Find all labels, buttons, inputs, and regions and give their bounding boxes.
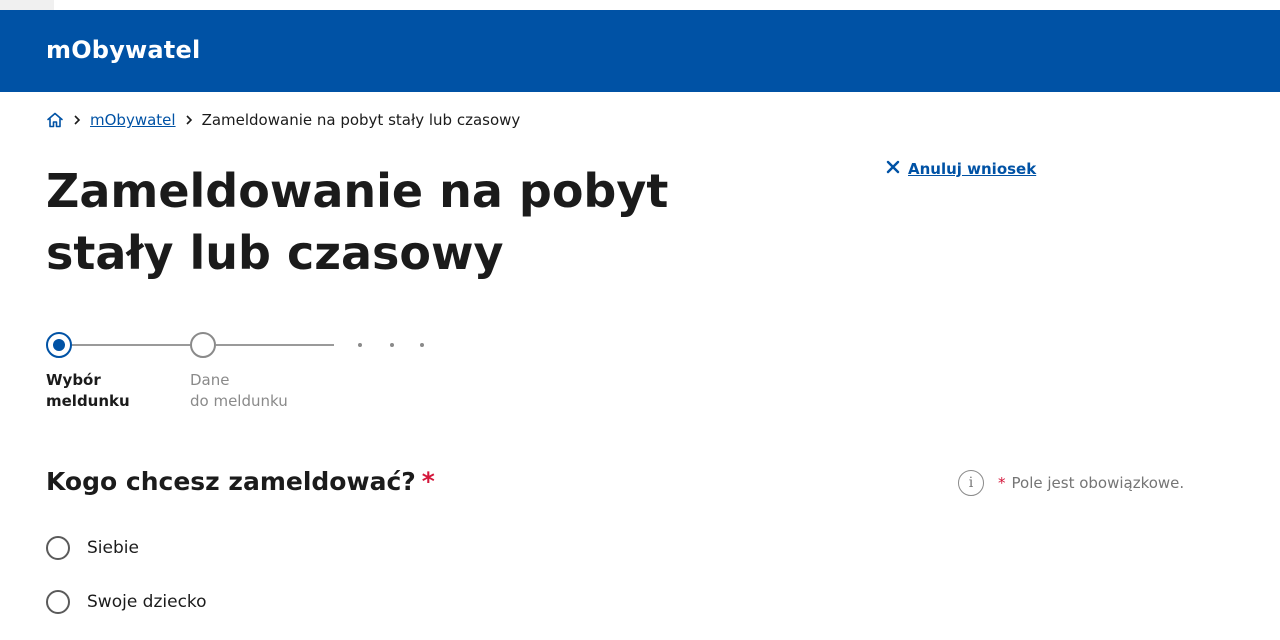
stepper-line	[72, 344, 190, 346]
step-2-label: Dane do meldunku	[190, 370, 288, 412]
stepper-line	[216, 344, 334, 346]
site-logo-title[interactable]: mObywatel	[46, 36, 200, 64]
radio-option-swoje-dziecko[interactable]: Swoje dziecko	[46, 590, 207, 614]
more-steps-dot	[420, 343, 424, 347]
step-1-label-line2: meldunku	[46, 392, 130, 410]
required-field-note: i * Pole jest obowiązkowe.	[958, 470, 1184, 496]
radio-button[interactable]	[46, 536, 70, 560]
close-icon	[886, 160, 900, 178]
step-1-label: Wybór meldunku	[46, 370, 130, 412]
cancel-application-link[interactable]: Anuluj wniosek	[886, 160, 1036, 178]
step-2-indicator	[190, 332, 216, 358]
required-asterisk: *	[998, 474, 1006, 492]
more-steps-dot	[358, 343, 362, 347]
required-asterisk: *	[421, 467, 435, 496]
site-header: mObywatel	[0, 10, 1280, 92]
step-1-label-line1: Wybór	[46, 371, 101, 389]
info-icon[interactable]: i	[958, 470, 984, 496]
radio-label: Siebie	[87, 538, 139, 558]
chevron-right-icon	[64, 114, 90, 126]
radio-option-siebie[interactable]: Siebie	[46, 536, 139, 560]
question-heading: Kogo chcesz zameldować? *	[46, 464, 435, 500]
step-2-label-line1: Dane	[190, 371, 230, 389]
chevron-right-icon	[176, 114, 202, 126]
radio-button[interactable]	[46, 590, 70, 614]
home-icon[interactable]	[46, 111, 64, 129]
page-title: Zameldowanie na pobyt stały lub czasowy	[46, 164, 669, 280]
more-steps-dot	[390, 343, 394, 347]
required-note-text: Pole jest obowiązkowe.	[1011, 474, 1185, 492]
cancel-application-label: Anuluj wniosek	[908, 160, 1037, 178]
step-1-indicator-active	[46, 332, 72, 358]
breadcrumb: mObywatel Zameldowanie na pobyt stały lu…	[46, 108, 520, 132]
browser-tab-fragment	[0, 0, 54, 10]
progress-stepper: Wybór meldunku Dane do meldunku	[46, 332, 466, 422]
breadcrumb-current-page: Zameldowanie na pobyt stały lub czasowy	[201, 111, 521, 129]
question-text: Kogo chcesz zameldować?	[46, 467, 416, 496]
radio-label: Swoje dziecko	[87, 592, 207, 612]
browser-top-strip	[0, 0, 1280, 10]
step-2-label-line2: do meldunku	[190, 392, 288, 410]
breadcrumb-link-mobywatel[interactable]: mObywatel	[90, 111, 176, 129]
